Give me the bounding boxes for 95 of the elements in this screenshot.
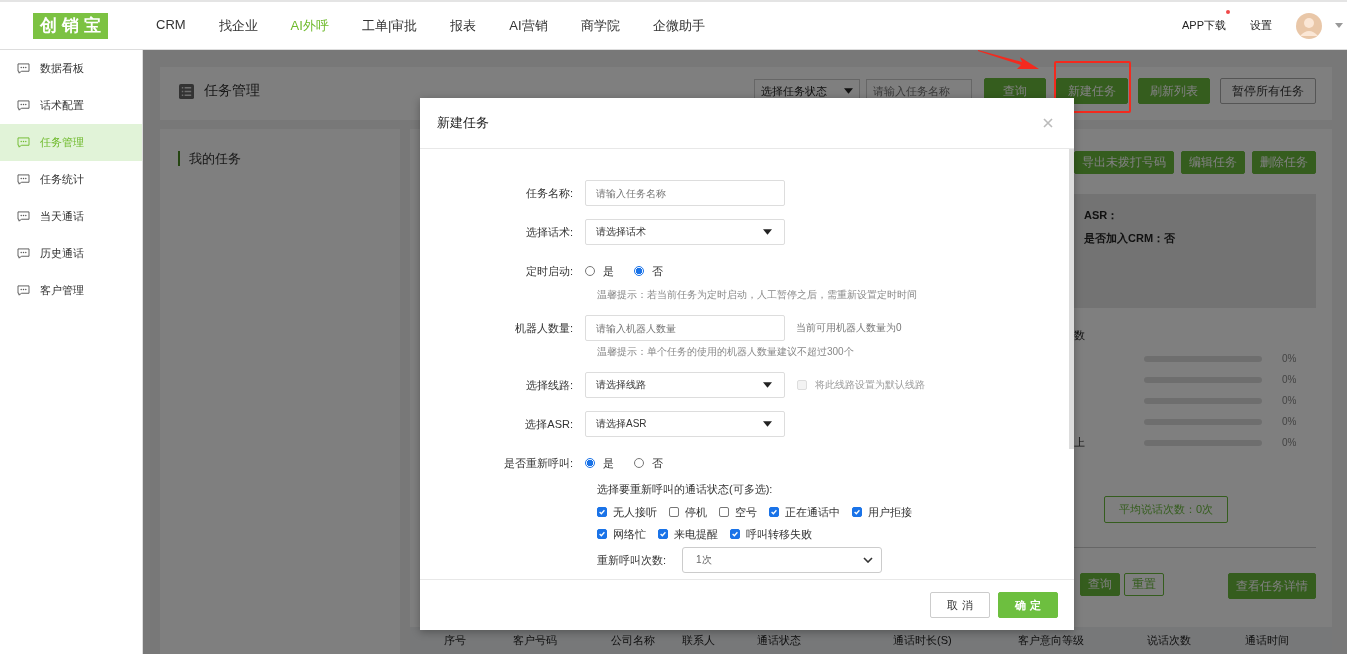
caret-icon[interactable] <box>1335 23 1343 28</box>
status-checkbox[interactable]: 用户拒接 <box>852 504 912 520</box>
sidebar-label: 数据看板 <box>40 61 84 76</box>
hint-text: 温馨提示：若当前任务为定时启动，人工暂停之后，需重新设置定时时间 <box>597 288 918 302</box>
chevron-icon <box>863 557 873 563</box>
check-icon <box>853 508 861 516</box>
dialog-button[interactable]: 取 消 <box>930 592 990 618</box>
chat-icon <box>17 285 30 296</box>
field-label: 机器人数量: <box>513 320 574 336</box>
caret-icon <box>763 382 772 388</box>
field-label: 选择ASR: <box>524 416 574 432</box>
nav-link[interactable]: CRM <box>156 16 186 35</box>
input-field[interactable]: 请输入任务名称 <box>585 180 785 206</box>
average-badge: 平均说话次数：0次 <box>1104 496 1229 523</box>
column-header: 联系人 <box>682 633 716 648</box>
sidebar-label: 任务统计 <box>40 172 84 187</box>
list-icon <box>179 83 194 99</box>
sidebar-label: 当天通话 <box>40 209 84 224</box>
column-header: 通话状态 <box>757 633 802 648</box>
caret-icon <box>763 229 772 235</box>
close-icon[interactable] <box>1043 118 1053 128</box>
nav-link[interactable]: 商学院 <box>580 16 620 35</box>
page-title: 任务管理 <box>204 82 260 100</box>
sidebar-item[interactable]: 历史通话 <box>0 235 142 272</box>
column-header: 客户意向等级 <box>1018 633 1085 648</box>
column-header: 通话时间 <box>1245 633 1289 648</box>
redial-count-select[interactable]: 1次 <box>682 547 882 573</box>
column-header: 客户号码 <box>513 633 558 648</box>
sidebar-item[interactable]: 话术配置 <box>0 87 142 124</box>
select-field[interactable]: 请选择线路 <box>585 372 785 398</box>
nav-link[interactable]: AI营销 <box>509 16 548 35</box>
caret-icon <box>844 88 853 94</box>
chat-icon <box>17 211 30 222</box>
nav-link[interactable]: 工单|审批 <box>361 16 418 35</box>
column-header: 公司名称 <box>611 633 656 648</box>
status-checkbox[interactable]: 正在通话中 <box>769 504 840 520</box>
settings-link[interactable]: 设置 <box>1250 18 1272 33</box>
app-download-link[interactable]: APP下载 <box>1182 18 1226 33</box>
status-checkbox[interactable]: 停机 <box>669 504 707 520</box>
info-text: ASR： <box>1084 208 1120 223</box>
chat-icon <box>17 100 30 111</box>
redial-prompt: 选择要重新呼叫的通话状态(可多选): <box>597 482 774 497</box>
select-field[interactable]: 请选择话术 <box>585 219 785 245</box>
sidebar-item[interactable]: 当天通话 <box>0 198 142 235</box>
column-header: 序号 <box>444 633 467 648</box>
column-header: 通话时长(S) <box>893 633 953 648</box>
field-label: 选择线路: <box>524 377 574 393</box>
check-icon <box>598 508 606 516</box>
chat-icon <box>17 248 30 259</box>
hint-text: 温馨提示：单个任务的使用的机器人数量建议不超过300个 <box>597 345 855 359</box>
sidebar-item[interactable]: 任务统计 <box>0 161 142 198</box>
field-label: 任务名称: <box>524 185 574 201</box>
stats-heading: 数 <box>1074 328 1086 343</box>
input-field[interactable]: 请输入机器人数量 <box>585 315 785 341</box>
check-icon <box>598 530 606 538</box>
select-field[interactable]: 请选择ASR <box>585 411 785 437</box>
radio-option[interactable]: 是 <box>585 263 614 279</box>
sidebar-item[interactable]: 数据看板 <box>0 50 142 87</box>
sidebar-label: 客户管理 <box>40 283 84 298</box>
toolbar-button[interactable]: 暂停所有任务 <box>1220 78 1316 104</box>
field-label: 选择话术: <box>524 224 574 240</box>
sidebar-label: 历史通话 <box>40 246 84 261</box>
chat-icon <box>17 137 30 148</box>
field-label: 是否重新呼叫: <box>502 455 574 471</box>
dialog-title: 新建任务 <box>437 114 489 132</box>
status-checkbox[interactable]: 空号 <box>719 504 757 520</box>
sidebar-label: 任务管理 <box>40 135 84 150</box>
nav-link[interactable]: 报表 <box>450 16 477 35</box>
radio-option[interactable]: 否 <box>634 455 663 471</box>
section-title: 我的任务 <box>178 151 385 166</box>
sidebar-label: 话术配置 <box>40 98 84 113</box>
status-checkbox[interactable]: 呼叫转移失败 <box>730 526 812 542</box>
caret-icon <box>763 421 772 427</box>
check-icon <box>770 508 778 516</box>
stat-label: 上 <box>1074 435 1086 450</box>
radio-option[interactable]: 否 <box>634 263 663 279</box>
check-icon <box>659 530 667 538</box>
info-text: 是否加入CRM：否 <box>1084 231 1177 246</box>
scrollbar[interactable] <box>1069 149 1074 449</box>
field-note: 当前可用机器人数量为0 <box>796 321 902 335</box>
sidebar-item[interactable]: 客户管理 <box>0 272 142 309</box>
nav-link[interactable]: 找企业 <box>218 16 258 35</box>
check-icon <box>731 530 739 538</box>
chat-icon <box>17 63 30 74</box>
field-label: 重新呼叫次数: <box>597 552 668 568</box>
nav-link[interactable]: 企微助手 <box>652 16 705 35</box>
avatar-icon[interactable] <box>1296 12 1322 39</box>
status-checkbox[interactable]: 无人接听 <box>597 504 657 520</box>
radio-option[interactable]: 是 <box>585 455 614 471</box>
column-header: 说话次数 <box>1147 633 1192 648</box>
chat-icon <box>17 174 30 185</box>
arrow-icon <box>978 48 1040 72</box>
status-checkbox[interactable]: 来电提醒 <box>658 526 718 542</box>
status-checkbox[interactable]: 网络忙 <box>597 526 646 542</box>
field-label: 定时启动: <box>524 263 574 279</box>
